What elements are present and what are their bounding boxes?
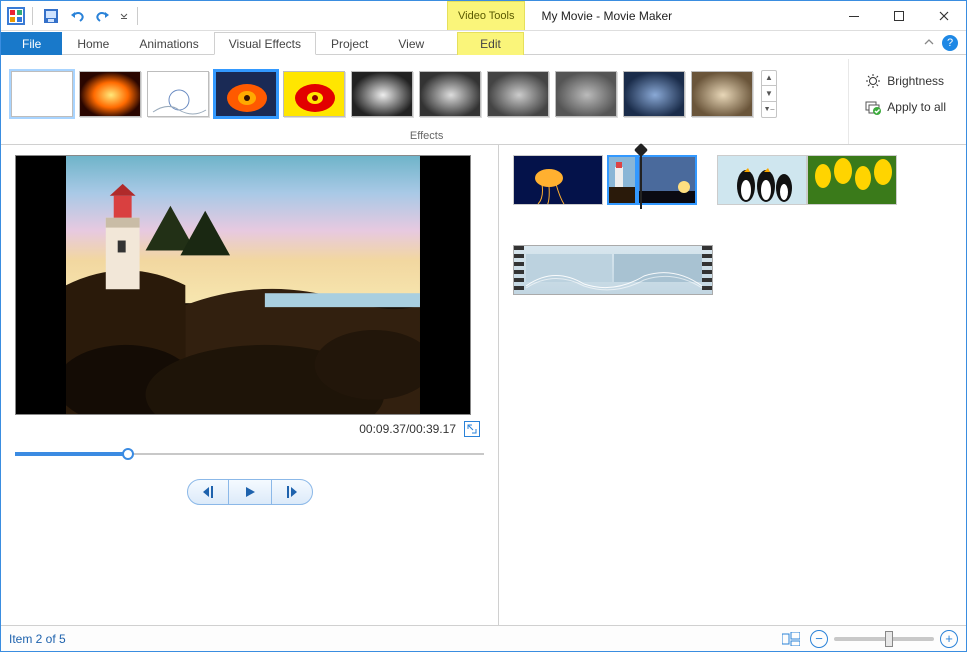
apply-all-label: Apply to all <box>887 100 946 114</box>
close-button[interactable] <box>921 1 966 31</box>
play-button[interactable] <box>229 479 271 505</box>
help-icon[interactable]: ? <box>942 35 958 51</box>
effect-sepia-warm[interactable] <box>79 71 141 117</box>
apply-all-icon <box>865 99 881 115</box>
qat-separator <box>137 7 138 25</box>
effects-gallery: ▲ ▼ ▼_ <box>11 70 777 118</box>
zoom-control: − + <box>810 630 958 648</box>
tab-animations[interactable]: Animations <box>124 32 213 55</box>
zoom-in-button[interactable]: + <box>940 630 958 648</box>
gallery-scroll-up-icon[interactable]: ▲ <box>762 71 776 87</box>
clip-jellyfish[interactable] <box>513 155 603 205</box>
window-controls <box>831 1 966 30</box>
effect-pencil-sketch[interactable] <box>147 71 209 117</box>
brightness-label: Brightness <box>887 74 944 88</box>
contextual-tab-group: Video Tools <box>447 1 525 30</box>
clip-lighthouse-b[interactable] <box>637 155 697 205</box>
timecode-label: 00:09.37/00:39.17 <box>359 422 456 436</box>
gallery-expand-icon[interactable]: ▼_ <box>762 102 776 117</box>
fullscreen-icon[interactable] <box>464 421 480 437</box>
next-frame-button[interactable] <box>271 479 313 505</box>
tab-visual-effects[interactable]: Visual Effects <box>214 32 316 55</box>
clip-tulips[interactable] <box>807 155 897 205</box>
seek-bar[interactable] <box>15 447 484 461</box>
tab-home[interactable]: Home <box>62 32 124 55</box>
transport-controls <box>15 479 484 505</box>
minimize-button[interactable] <box>831 1 876 31</box>
effect-bw-2[interactable] <box>419 71 481 117</box>
status-bar: Item 2 of 5 − + <box>1 625 966 651</box>
effect-no-effect[interactable] <box>11 71 73 117</box>
effect-bw-1[interactable] <box>351 71 413 117</box>
brightness-icon <box>865 73 881 89</box>
contextual-group-label: Video Tools <box>447 1 525 30</box>
thumbnails-view-icon[interactable] <box>782 632 800 646</box>
save-button[interactable] <box>40 5 62 27</box>
tab-edit[interactable]: Edit <box>457 32 524 55</box>
collapse-ribbon-icon[interactable] <box>924 38 934 48</box>
title-bar: Video Tools My Movie - Movie Maker <box>1 1 966 31</box>
effects-group: ▲ ▼ ▼_ Effects <box>5 59 849 144</box>
ribbon-tabs: File Home Animations Visual Effects Proj… <box>1 31 966 55</box>
effect-bw-4[interactable] <box>555 71 617 117</box>
effect-posterize-color[interactable] <box>215 71 277 117</box>
effect-bw-3[interactable] <box>487 71 549 117</box>
qat-separator <box>32 7 33 25</box>
tab-file[interactable]: File <box>1 32 62 55</box>
gallery-scroll[interactable]: ▲ ▼ ▼_ <box>761 70 777 118</box>
maximize-button[interactable] <box>876 1 921 31</box>
quick-access-toolbar <box>1 1 147 30</box>
window-title: My Movie - Movie Maker <box>525 1 831 30</box>
clip-lighthouse-a[interactable] <box>607 155 637 205</box>
status-item-label: Item 2 of 5 <box>9 632 66 646</box>
qat-dropdown-icon[interactable] <box>118 5 130 27</box>
gallery-scroll-down-icon[interactable]: ▼ <box>762 86 776 102</box>
adjust-group: Brightness Apply to all <box>849 59 962 144</box>
video-preview[interactable] <box>15 155 471 415</box>
clip-penguins[interactable] <box>717 155 807 205</box>
undo-button[interactable] <box>66 5 88 27</box>
playhead[interactable] <box>640 149 642 209</box>
tab-project[interactable]: Project <box>316 32 383 55</box>
effect-cool-tone[interactable] <box>623 71 685 117</box>
zoom-out-button[interactable]: − <box>810 630 828 648</box>
ribbon: ▲ ▼ ▼_ Effects Brightness <box>1 55 966 145</box>
audio-strip[interactable] <box>513 245 713 295</box>
preview-pane: 00:09.37/00:39.17 <box>1 145 499 625</box>
zoom-slider[interactable] <box>834 637 934 641</box>
brightness-button[interactable]: Brightness <box>861 71 950 91</box>
effect-posterize-red[interactable] <box>283 71 345 117</box>
content-area: 00:09.37/00:39.17 <box>1 145 966 625</box>
effect-sepia[interactable] <box>691 71 753 117</box>
storyboard-pane[interactable] <box>499 145 966 625</box>
apply-to-all-button[interactable]: Apply to all <box>861 97 950 117</box>
clip-row <box>513 155 952 205</box>
tab-view[interactable]: View <box>383 32 439 55</box>
prev-frame-button[interactable] <box>187 479 229 505</box>
app-icon <box>7 7 25 25</box>
redo-button[interactable] <box>92 5 114 27</box>
effects-group-label: Effects <box>11 128 842 142</box>
